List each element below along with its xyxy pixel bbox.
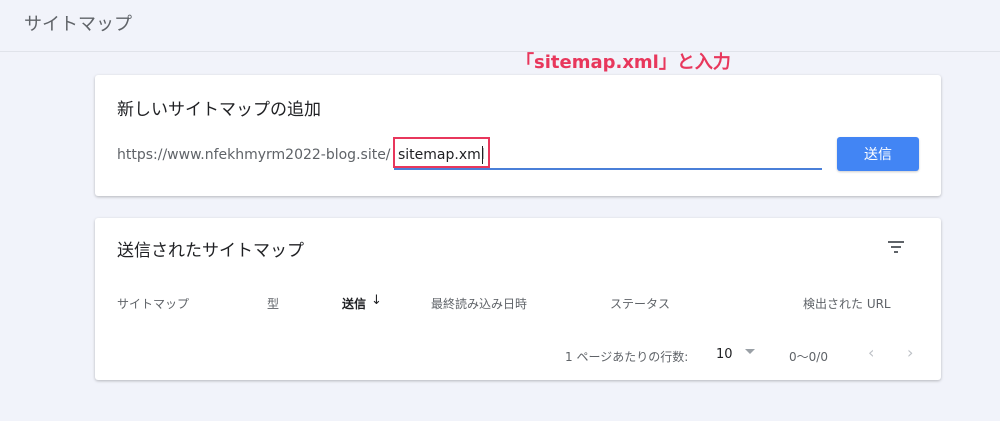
column-header-submitted[interactable]: 送信 [342,295,366,312]
submitted-sitemaps-card: 送信されたサイトマップ サイトマップ 型 送信 ↓ 最終読み込み日時 ステータス… [95,218,941,380]
sitemap-input-underline [394,168,822,170]
rows-per-page-label: 1 ページあたりの行数: [565,350,689,364]
rows-per-page-select[interactable]: 10 [716,347,733,362]
page-header: サイトマップ [0,0,1000,52]
arrow-down-icon[interactable]: ↓ [371,293,382,308]
chevron-right-icon[interactable]: › [907,343,913,362]
url-prefix: https://www.nfekhmyrm2022-blog.site/ [117,147,391,163]
column-header-type[interactable]: 型 [267,295,279,312]
add-sitemap-title: 新しいサイトマップの追加 [117,100,321,120]
column-header-last-read[interactable]: 最終読み込み日時 [431,295,527,312]
submitted-sitemaps-title: 送信されたサイトマップ [117,241,304,261]
filter-icon[interactable] [885,236,907,258]
pagination-range: 0〜0/0 [789,350,828,364]
chevron-left-icon[interactable]: ‹ [868,343,874,362]
column-header-status[interactable]: ステータス [610,295,670,312]
add-sitemap-card: 新しいサイトマップの追加 https://www.nfekhmyrm2022-b… [95,75,941,196]
chevron-down-icon[interactable] [745,349,755,354]
column-header-discovered-urls[interactable]: 検出された URL [803,295,891,312]
annotation-callout: 「sitemap.xml」と入力 [516,52,731,73]
page-title: サイトマップ [24,14,132,35]
submit-button[interactable]: 送信 [837,137,919,171]
column-header-sitemap[interactable]: サイトマップ [117,295,189,312]
highlight-box [393,137,490,168]
